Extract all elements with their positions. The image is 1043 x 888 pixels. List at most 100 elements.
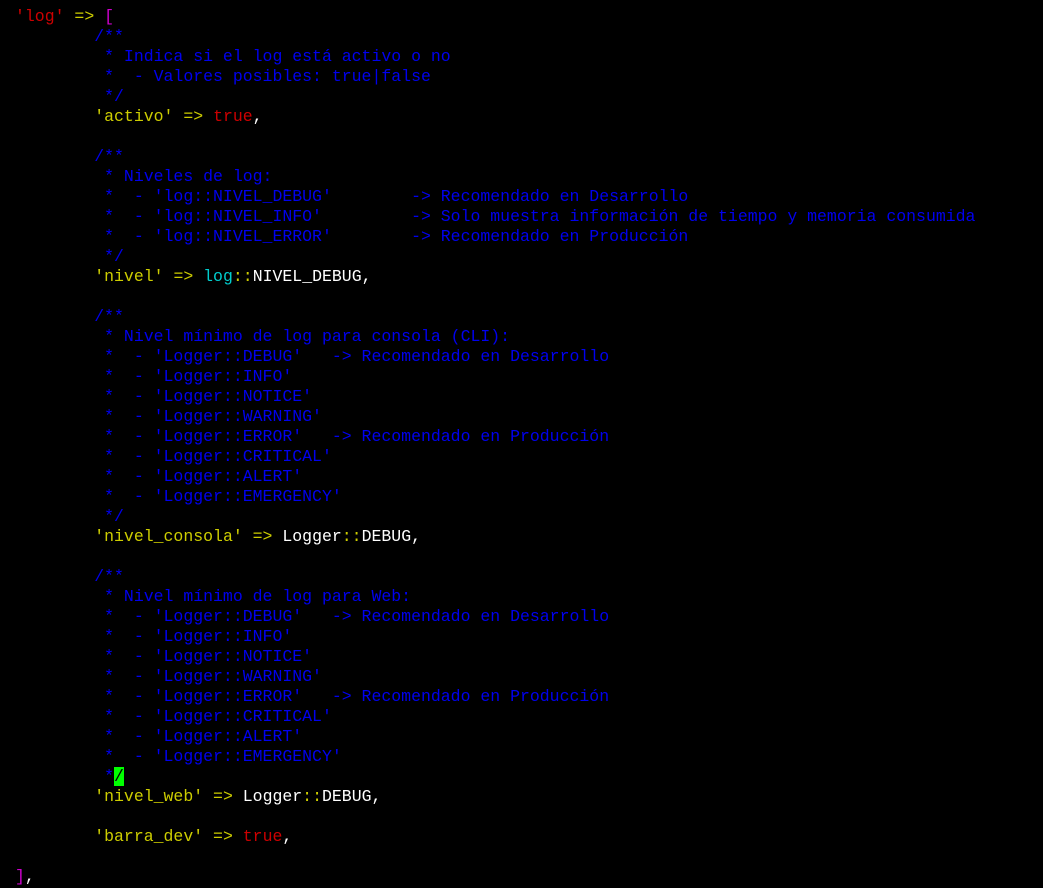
- code-token-operator: ::: [302, 787, 322, 806]
- code-line[interactable]: * - 'Logger::CRITICAL': [15, 447, 332, 467]
- code-token-comment: /**: [15, 567, 124, 586]
- terminal-editor[interactable]: 'log' => [ /** * Indica si el log está a…: [0, 0, 1043, 888]
- code-line[interactable]: 'nivel_consola' => Logger::DEBUG,: [15, 527, 421, 547]
- code-token-comment: * - 'Logger::ALERT': [15, 727, 303, 746]
- code-token-comment: * - 'log::NIVEL_INFO' -> Solo muestra in…: [15, 207, 976, 226]
- code-token-comment: * - 'Logger::WARNING': [15, 667, 322, 686]
- code-line[interactable]: * - 'Logger::ERROR' -> Recomendado en Pr…: [15, 427, 609, 447]
- code-token-string: 'nivel': [94, 267, 164, 286]
- code-token-comment: * - 'Logger::CRITICAL': [15, 447, 332, 466]
- code-line[interactable]: * - 'Logger::DEBUG' -> Recomendado en De…: [15, 347, 609, 367]
- code-line[interactable]: * - 'log::NIVEL_DEBUG' -> Recomendado en…: [15, 187, 688, 207]
- code-token-comment: * - 'Logger::ERROR' -> Recomendado en Pr…: [15, 427, 610, 446]
- code-token-operator: =>: [173, 267, 194, 286]
- code-token-comment: * - 'Logger::CRITICAL': [15, 707, 332, 726]
- code-token-comment: * - 'Logger::ERROR' -> Recomendado en Pr…: [15, 687, 610, 706]
- code-line[interactable]: ],: [15, 867, 35, 887]
- code-line[interactable]: * - 'log::NIVEL_ERROR' -> Recomendado en…: [15, 227, 688, 247]
- code-token-string: 'nivel_web': [94, 787, 204, 806]
- code-line[interactable]: 'barra_dev' => true,: [15, 827, 292, 847]
- code-line[interactable]: * - Valores posibles: true|false: [15, 67, 431, 87]
- code-token-plain: ,: [282, 827, 293, 846]
- code-line[interactable]: * - 'Logger::INFO': [15, 367, 292, 387]
- code-token-comment: * - Valores posibles: true|false: [15, 67, 431, 86]
- code-token-comment: * - 'log::NIVEL_DEBUG' -> Recomendado en…: [15, 187, 689, 206]
- code-line[interactable]: 'nivel_web' => Logger::DEBUG,: [15, 787, 381, 807]
- code-token-class: log: [203, 267, 233, 286]
- code-line[interactable]: /**: [15, 147, 124, 167]
- code-token-comment: * - 'log::NIVEL_ERROR' -> Recomendado en…: [15, 227, 689, 246]
- code-token-comment: * - 'Logger::NOTICE': [15, 387, 313, 406]
- code-token-bracket: ]: [15, 867, 25, 886]
- code-token-comment: * - 'Logger::ALERT': [15, 467, 303, 486]
- code-token-comment: */: [15, 247, 124, 266]
- code-line[interactable]: * Niveles de log:: [15, 167, 272, 187]
- code-line[interactable]: * Nivel mínimo de log para consola (CLI)…: [15, 327, 510, 347]
- code-token-comment: */: [15, 87, 124, 106]
- code-line[interactable]: * - 'Logger::NOTICE': [15, 647, 312, 667]
- code-line[interactable]: /**: [15, 27, 124, 47]
- code-token-operator: =>: [183, 107, 204, 126]
- code-line[interactable]: * - 'log::NIVEL_INFO' -> Solo muestra in…: [15, 207, 975, 227]
- code-token-comment: * - 'Logger::INFO': [15, 367, 293, 386]
- code-token-comment: /**: [15, 27, 124, 46]
- code-line[interactable]: */: [15, 767, 124, 787]
- code-line[interactable]: * - 'Logger::EMERGENCY': [15, 487, 342, 507]
- code-token-comment: * - 'Logger::WARNING': [15, 407, 322, 426]
- code-line[interactable]: * - 'Logger::WARNING': [15, 667, 322, 687]
- code-token-bracket: [: [104, 7, 115, 26]
- code-token-operator: =>: [252, 527, 273, 546]
- code-token-plain: ,: [24, 867, 35, 886]
- code-line[interactable]: */: [15, 507, 124, 527]
- code-line[interactable]: * - 'Logger::NOTICE': [15, 387, 312, 407]
- code-token-comment: * Nivel mínimo de log para Web:: [15, 587, 412, 606]
- code-line[interactable]: */: [15, 87, 124, 107]
- code-line[interactable]: /**: [15, 567, 124, 587]
- code-token-keyword: true: [242, 827, 283, 846]
- code-line[interactable]: * - 'Logger::ERROR' -> Recomendado en Pr…: [15, 687, 609, 707]
- code-token-plain: ,: [252, 107, 263, 126]
- code-line[interactable]: /**: [15, 307, 124, 327]
- code-line[interactable]: * - 'Logger::CRITICAL': [15, 707, 332, 727]
- code-line[interactable]: * - 'Logger::EMERGENCY': [15, 747, 342, 767]
- code-line[interactable]: * - 'Logger::WARNING': [15, 407, 322, 427]
- code-line[interactable]: 'nivel' => log::NIVEL_DEBUG,: [15, 267, 372, 287]
- code-token-comment: * Nivel mínimo de log para consola (CLI)…: [15, 327, 511, 346]
- code-line[interactable]: * - 'Logger::ALERT': [15, 467, 302, 487]
- code-line[interactable]: 'activo' => true,: [15, 107, 263, 127]
- code-token-comment: */: [15, 507, 124, 526]
- text-cursor: /: [114, 767, 124, 786]
- code-token-comment: * Indica si el log está activo o no: [15, 47, 451, 66]
- code-token-comment: * - 'Logger::DEBUG' -> Recomendado en De…: [15, 347, 610, 366]
- code-token-keyword: true: [213, 107, 253, 126]
- code-token-plain: NIVEL_DEBUG,: [252, 267, 372, 286]
- code-token-keyword: 'log': [15, 7, 65, 26]
- code-token-operator: =>: [213, 787, 233, 806]
- code-token-string: 'barra_dev': [94, 827, 204, 846]
- code-line[interactable]: * - 'Logger::DEBUG' -> Recomendado en De…: [15, 607, 609, 627]
- code-token-comment: /**: [15, 147, 124, 166]
- code-line[interactable]: * - 'Logger::INFO': [15, 627, 292, 647]
- code-token-comment: /**: [15, 307, 124, 326]
- code-line[interactable]: 'log' => [: [15, 7, 114, 27]
- code-token-plain: DEBUG,: [361, 527, 422, 546]
- code-token-comment: * - 'Logger::NOTICE': [15, 647, 313, 666]
- code-token-comment: * - 'Logger::INFO': [15, 627, 293, 646]
- code-line[interactable]: * Nivel mínimo de log para Web:: [15, 587, 411, 607]
- code-line[interactable]: * Indica si el log está activo o no: [15, 47, 451, 67]
- code-line[interactable]: */: [15, 247, 124, 267]
- code-line[interactable]: * - 'Logger::ALERT': [15, 727, 302, 747]
